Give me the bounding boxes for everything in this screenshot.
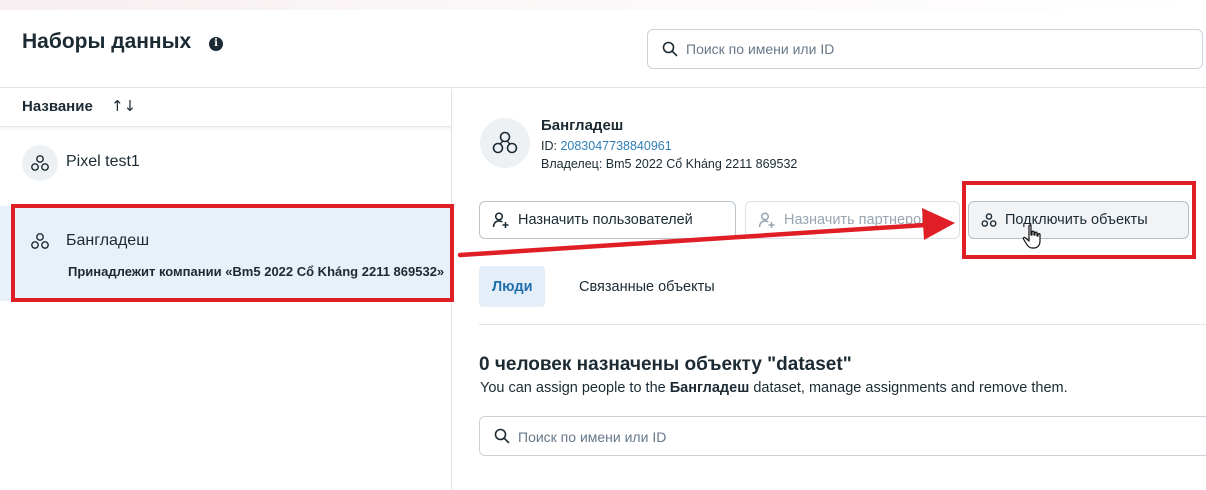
dataset-search-input[interactable]: [686, 38, 1186, 60]
dataset-id-label: ID:: [541, 139, 561, 153]
search-icon: [494, 428, 510, 444]
desc-prefix: You can assign people to the: [480, 380, 670, 396]
dataset-avatar-icon: [480, 118, 530, 168]
people-search-input[interactable]: [518, 426, 1198, 448]
dataset-owner: Владелец: Bm5 2022 Cổ Kháng 2211 869532: [541, 157, 798, 171]
dataset-search-box[interactable]: [647, 29, 1203, 69]
dataset-id-link[interactable]: 2083047738840961: [560, 139, 671, 153]
people-section-title: 0 человек назначены объекту "dataset": [479, 354, 852, 375]
list-item-name: Pixel test1: [66, 153, 140, 170]
add-person-icon: [758, 212, 775, 228]
list-item[interactable]: Pixel test1: [0, 137, 452, 207]
add-person-icon: [492, 212, 509, 228]
list-column-header[interactable]: Название ↑↓: [0, 89, 452, 127]
info-icon[interactable]: i: [209, 37, 223, 51]
desc-dataset-name: Бангладеш: [669, 380, 750, 396]
hand-cursor-icon: [1022, 224, 1041, 249]
assign-users-label: Назначить пользователей: [518, 212, 693, 228]
sort-icon[interactable]: ↑↓: [111, 97, 136, 115]
assign-partners-label: Назначить партнеров: [784, 212, 929, 228]
tab-people[interactable]: Люди: [479, 266, 546, 307]
dataset-icon: [22, 145, 58, 181]
people-search-box[interactable]: [479, 416, 1206, 456]
search-icon: [662, 41, 678, 57]
highlight-box-connect-button: [962, 181, 1196, 259]
assign-partners-button[interactable]: Назначить партнеров: [745, 201, 960, 239]
assign-users-button[interactable]: Назначить пользователей: [479, 201, 736, 239]
tab-related-objects[interactable]: Связанные объекты: [566, 266, 728, 307]
column-name-label: Название: [22, 98, 93, 115]
people-section-description: You can assign people to the Бангладеш d…: [480, 380, 1068, 396]
page-title: Наборы данных: [22, 30, 192, 53]
dataset-id: ID: 2083047738840961: [541, 139, 672, 153]
desc-suffix: dataset, manage assignments and remove t…: [749, 380, 1068, 396]
top-header: Наборы данных i: [0, 0, 1206, 88]
tabs-divider: [479, 324, 1206, 325]
dataset-title: Бангладеш: [541, 117, 624, 134]
highlight-box-selected-dataset: [11, 204, 454, 302]
